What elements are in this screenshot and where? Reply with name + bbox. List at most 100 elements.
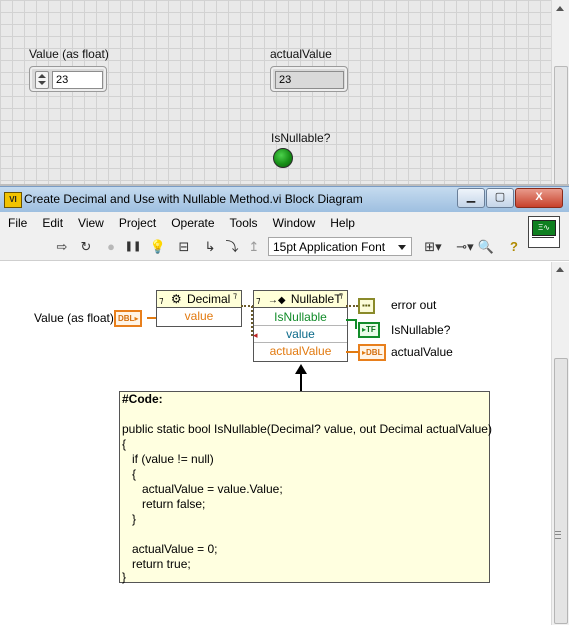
comment-line: { bbox=[122, 467, 137, 481]
front-panel-scrollbar[interactable] bbox=[551, 0, 569, 186]
scrollbar-grip-icon bbox=[555, 531, 561, 539]
scrollbar-thumb[interactable] bbox=[554, 358, 568, 624]
step-over-icon[interactable]: ⤵ bbox=[223, 239, 241, 255]
decimal-constructor-node[interactable]: ⁊ ⚙ Decimal value bbox=[156, 290, 242, 327]
retain-wire-values-icon[interactable]: ⊟ bbox=[175, 239, 193, 255]
distribute-icon[interactable]: ⊸▾ bbox=[454, 239, 476, 255]
nullable-node-title: NullableT bbox=[290, 292, 342, 306]
boolean-wire-segment[interactable] bbox=[355, 319, 357, 329]
maximize-button[interactable]: ▢ bbox=[486, 188, 514, 208]
abort-icon[interactable]: ● bbox=[102, 239, 120, 255]
constructor-icon: ⚙ bbox=[170, 292, 182, 306]
coercion-dot-icon: ◂ bbox=[253, 330, 258, 340]
menu-project[interactable]: Project bbox=[111, 212, 163, 230]
menu-bar: File Edit View Project Operate Tools Window Hel… bbox=[0, 212, 569, 234]
value-input-terminal[interactable]: value bbox=[254, 326, 347, 343]
ref-icon: ⁊ bbox=[256, 295, 261, 305]
comment-line: #Code: bbox=[122, 392, 163, 406]
scroll-up-arrow-icon[interactable] bbox=[556, 267, 564, 272]
dbl-control-terminal[interactable]: DBL▸ bbox=[114, 310, 143, 327]
ref-icon: ⁊ bbox=[159, 295, 164, 305]
method-icon: →◆ bbox=[267, 295, 286, 306]
comment-line: } bbox=[122, 570, 127, 584]
nullable-node-header: ⁊ →◆ NullableT bbox=[254, 291, 347, 308]
highlight-execution-icon[interactable]: 💡 bbox=[149, 239, 167, 255]
is-nullable-indicator-label[interactable]: IsNullable? bbox=[391, 323, 450, 337]
decimal-node-title: Decimal bbox=[186, 292, 231, 306]
dbl-indicator-terminal[interactable]: ▸DBL bbox=[358, 344, 387, 361]
is-nullable-method-node[interactable]: ⁊ →◆ NullableT IsNullable value actualVa… bbox=[253, 290, 348, 362]
comment-line: actualValue = value.Value; bbox=[122, 482, 283, 496]
decimal-value-input[interactable]: value bbox=[157, 308, 241, 324]
menu-tools[interactable]: Tools bbox=[222, 212, 265, 230]
tf-indicator-terminal[interactable]: ▸TF bbox=[358, 322, 380, 338]
minimize-button[interactable]: ▁ bbox=[457, 188, 485, 208]
increment-decrement-spinner[interactable] bbox=[35, 71, 49, 89]
menu-help[interactable]: Help bbox=[322, 212, 362, 230]
decrement-arrow-icon[interactable] bbox=[38, 81, 46, 85]
close-button[interactable]: X bbox=[515, 188, 563, 208]
nullable-ref-out-icon: ⁊ bbox=[339, 291, 343, 300]
error-wire[interactable] bbox=[346, 305, 358, 307]
decimal-ref-out-icon: ⁊ bbox=[233, 291, 237, 300]
comment-line: actualValue = 0; bbox=[122, 542, 218, 556]
window-title: Create Decimal and Use with Nullable Met… bbox=[24, 192, 363, 206]
is-nullable-output[interactable]: IsNullable bbox=[254, 309, 347, 326]
numeric-wire[interactable] bbox=[346, 351, 358, 353]
vi-icon-wave bbox=[532, 237, 554, 244]
indicator-label: actualValue bbox=[270, 47, 332, 61]
comment-line: { bbox=[122, 437, 127, 451]
error-out-label[interactable]: error out bbox=[391, 298, 436, 312]
menu-view[interactable]: View bbox=[70, 212, 111, 230]
menu-file[interactable]: File bbox=[0, 212, 34, 230]
step-out-icon[interactable]: ↥ bbox=[245, 239, 263, 255]
decimal-node-header: ⁊ ⚙ Decimal bbox=[157, 291, 241, 308]
menu-window[interactable]: Window bbox=[265, 212, 323, 230]
diagram-scrollbar[interactable] bbox=[551, 262, 569, 625]
code-comment-box[interactable]: #Code: public static bool IsNullable(Dec… bbox=[119, 391, 492, 584]
arrow-shaft bbox=[300, 372, 302, 391]
vi-icon[interactable]: Ξ∿ bbox=[528, 216, 560, 248]
scrollbar-thumb[interactable] bbox=[554, 66, 568, 186]
error-out-terminal[interactable]: ▪▪▪ bbox=[358, 298, 375, 314]
actual-value-indicator-label[interactable]: actualValue bbox=[391, 345, 453, 359]
comment-line: } bbox=[122, 512, 137, 526]
chevron-down-icon bbox=[398, 245, 406, 250]
menu-edit[interactable]: Edit bbox=[34, 212, 70, 230]
search-icon[interactable]: 🔍 bbox=[477, 239, 495, 255]
toolbar: ⇨ ↻ ● ❚❚ 💡 ⊟ ↳ ⤵ ↥ 15pt Application Font… bbox=[0, 234, 569, 261]
comment-line: return false; bbox=[122, 497, 206, 511]
actual-value-display: 23 bbox=[275, 71, 344, 89]
error-tag: ▪▪▪ bbox=[362, 301, 371, 310]
dbl-tag: DBL bbox=[366, 348, 383, 357]
run-continuously-icon[interactable]: ↻ bbox=[77, 239, 95, 255]
front-panel: Value (as float) 23 actualValue 23 IsNul… bbox=[0, 0, 569, 186]
increment-arrow-icon[interactable] bbox=[38, 74, 46, 78]
terminal-arrow-icon: ▸ bbox=[134, 314, 139, 323]
control-terminal-label[interactable]: Value (as float) bbox=[34, 311, 114, 325]
actual-value-indicator: 23 bbox=[270, 66, 348, 92]
run-arrow-icon[interactable]: ⇨ bbox=[53, 239, 71, 255]
value-input[interactable]: 23 bbox=[52, 71, 103, 89]
dbl-tag: DBL bbox=[118, 314, 135, 323]
tf-tag: TF bbox=[366, 325, 376, 334]
labview-app-icon[interactable]: VI bbox=[4, 192, 22, 208]
comment-line: public static bool IsNullable(Decimal? v… bbox=[122, 422, 492, 436]
comment-line: if (value != null) bbox=[122, 452, 214, 466]
help-icon[interactable]: ? bbox=[505, 239, 523, 255]
step-into-icon[interactable]: ↳ bbox=[201, 239, 219, 255]
align-icon[interactable]: ⊞▾ bbox=[420, 239, 446, 255]
comment-line: return true; bbox=[122, 557, 191, 571]
value-numeric-control[interactable]: 23 bbox=[29, 66, 107, 92]
actual-value-output[interactable]: actualValue bbox=[254, 343, 347, 359]
vi-icon-screen: Ξ∿ bbox=[532, 220, 556, 236]
control-label: Value (as float) bbox=[29, 47, 109, 61]
led-label: IsNullable? bbox=[271, 131, 331, 145]
font-select[interactable]: 15pt Application Font bbox=[268, 237, 412, 256]
font-select-value: 15pt Application Font bbox=[273, 240, 386, 254]
window-titlebar[interactable]: VI Create Decimal and Use with Nullable … bbox=[0, 186, 569, 212]
is-nullable-led bbox=[273, 148, 293, 168]
menu-operate[interactable]: Operate bbox=[163, 212, 221, 230]
pause-icon[interactable]: ❚❚ bbox=[124, 239, 142, 255]
scroll-up-arrow-icon[interactable] bbox=[556, 6, 564, 11]
